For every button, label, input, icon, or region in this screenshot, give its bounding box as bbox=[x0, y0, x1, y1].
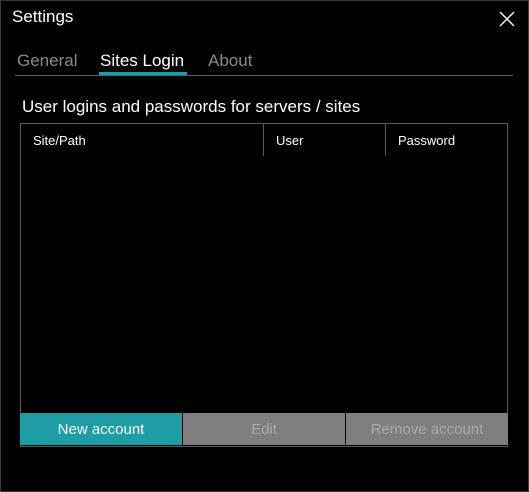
close-icon bbox=[499, 11, 515, 27]
column-header-password[interactable]: Password bbox=[386, 124, 507, 156]
window-title: Settings bbox=[12, 7, 74, 26]
close-button[interactable] bbox=[491, 3, 523, 33]
remove-account-button[interactable]: Remove account bbox=[346, 413, 508, 445]
column-header-site-path[interactable]: Site/Path bbox=[21, 124, 263, 156]
settings-window: Settings General Sites Login About User … bbox=[0, 0, 529, 492]
column-header-user[interactable]: User bbox=[264, 124, 385, 156]
button-bar: New account Edit Remove account bbox=[20, 413, 508, 445]
logins-table[interactable]: Site/Path User Password bbox=[20, 123, 508, 447]
tab-about[interactable]: About bbox=[208, 51, 252, 71]
tab-sites-login[interactable]: Sites Login bbox=[100, 51, 184, 71]
new-account-button[interactable]: New account bbox=[20, 413, 182, 445]
tab-bar: General Sites Login About bbox=[15, 49, 513, 76]
section-heading: User logins and passwords for servers / … bbox=[22, 97, 361, 116]
tab-general[interactable]: General bbox=[17, 51, 77, 71]
active-tab-indicator bbox=[99, 72, 187, 75]
edit-button[interactable]: Edit bbox=[183, 413, 345, 445]
